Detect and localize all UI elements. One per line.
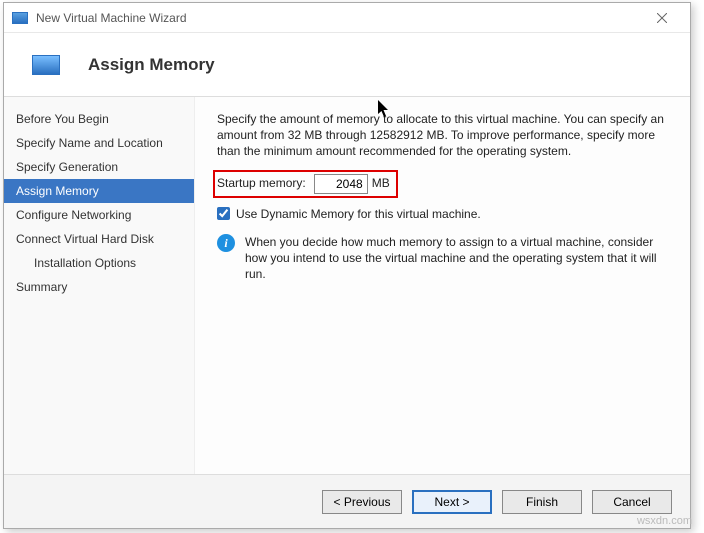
finish-button[interactable]: Finish [502, 490, 582, 514]
watermark: wsxdn.com [637, 515, 692, 527]
close-button[interactable] [642, 3, 682, 32]
sidebar-item-specify-name[interactable]: Specify Name and Location [4, 131, 194, 155]
sidebar: Before You Begin Specify Name and Locati… [4, 97, 194, 474]
memory-unit-label: MB [372, 175, 390, 191]
vm-icon [32, 55, 60, 75]
previous-button[interactable]: < Previous [322, 490, 402, 514]
dynamic-memory-checkbox[interactable] [217, 207, 230, 220]
info-row: i When you decide how much memory to ass… [217, 234, 666, 283]
button-bar: < Previous Next > Finish Cancel [4, 474, 690, 528]
content-pane: Specify the amount of memory to allocate… [194, 97, 690, 474]
startup-memory-row: Startup memory: MB [217, 174, 666, 194]
titlebar: New Virtual Machine Wizard [4, 3, 690, 33]
window-title: New Virtual Machine Wizard [36, 11, 187, 25]
sidebar-item-specify-generation[interactable]: Specify Generation [4, 155, 194, 179]
startup-memory-label: Startup memory: [217, 175, 306, 191]
close-icon [657, 13, 667, 23]
sidebar-item-configure-networking[interactable]: Configure Networking [4, 203, 194, 227]
info-icon: i [217, 234, 235, 252]
wizard-body: Before You Begin Specify Name and Locati… [4, 97, 690, 474]
cancel-button[interactable]: Cancel [592, 490, 672, 514]
page-title: Assign Memory [88, 55, 215, 75]
sidebar-item-before-you-begin[interactable]: Before You Begin [4, 107, 194, 131]
sidebar-item-assign-memory[interactable]: Assign Memory [4, 179, 194, 203]
sidebar-item-connect-vhd[interactable]: Connect Virtual Hard Disk [4, 227, 194, 251]
sidebar-item-installation-options[interactable]: Installation Options [4, 251, 194, 275]
next-button[interactable]: Next > [412, 490, 492, 514]
info-text: When you decide how much memory to assig… [245, 234, 666, 283]
dynamic-memory-row: Use Dynamic Memory for this virtual mach… [217, 206, 666, 222]
wizard-header: Assign Memory [4, 33, 690, 97]
dynamic-memory-label: Use Dynamic Memory for this virtual mach… [236, 206, 481, 222]
sidebar-item-summary[interactable]: Summary [4, 275, 194, 299]
wizard-window: New Virtual Machine Wizard Assign Memory… [3, 2, 691, 529]
app-icon [12, 12, 28, 24]
description-text: Specify the amount of memory to allocate… [217, 111, 666, 160]
startup-memory-input[interactable] [314, 174, 368, 194]
